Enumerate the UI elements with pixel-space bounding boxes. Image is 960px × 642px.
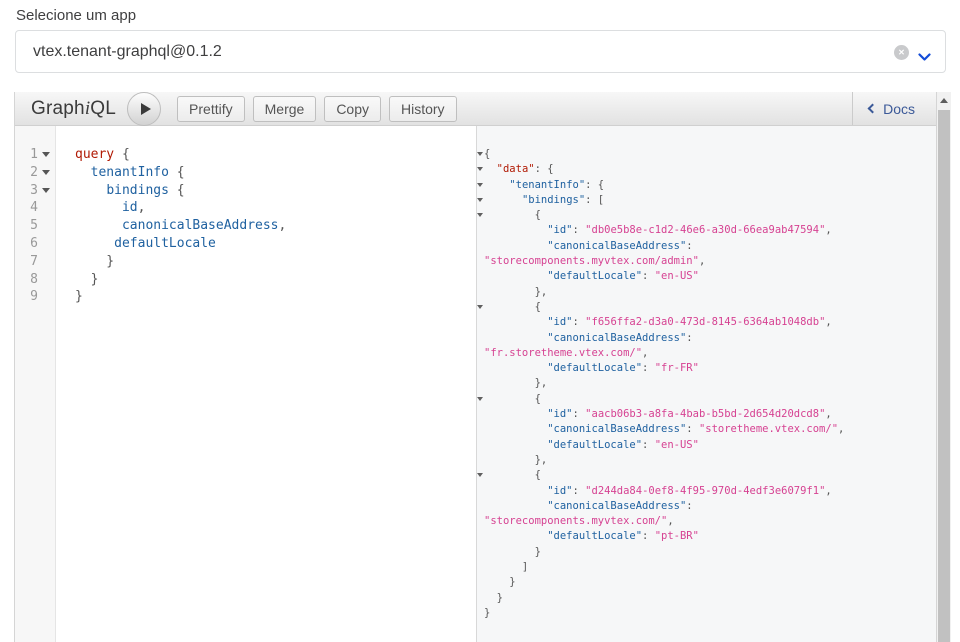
- fold-arrow-icon[interactable]: [477, 305, 483, 309]
- line-number: 6: [15, 235, 38, 253]
- gutter-row: 7: [15, 253, 55, 271]
- result-line: "defaultLocale": "pt-BR": [484, 529, 930, 544]
- result-line: },: [484, 453, 930, 468]
- prettify-button[interactable]: Prettify: [177, 96, 245, 122]
- result-line: "canonicalBaseAddress": "storetheme.vtex…: [484, 422, 930, 437]
- result-line: "canonicalBaseAddress":: [484, 239, 930, 254]
- merge-button[interactable]: Merge: [253, 96, 317, 122]
- line-number: 4: [15, 199, 38, 217]
- app-select[interactable]: vtex.tenant-graphql@0.1.2: [15, 30, 946, 73]
- result-line: }: [484, 606, 930, 621]
- app-page: Selecione um app vtex.tenant-graphql@0.1…: [0, 0, 960, 642]
- code-line: tenantInfo {: [75, 164, 476, 182]
- result-line: "tenantInfo": {: [484, 178, 930, 193]
- result-line: {: [484, 208, 930, 223]
- gutter-row: 3: [15, 182, 55, 200]
- graphiql-logo: GraphiQL: [31, 98, 116, 120]
- result-line: "defaultLocale": "fr-FR": [484, 361, 930, 376]
- gutter-row: 4: [15, 199, 55, 217]
- copy-button[interactable]: Copy: [324, 96, 381, 122]
- editor-gutter: 123456789: [15, 126, 56, 642]
- gutter-row: 6: [15, 235, 55, 253]
- history-button[interactable]: History: [389, 96, 457, 122]
- gutter-row: 9: [15, 288, 55, 306]
- result-line: },: [484, 285, 930, 300]
- code-line: canonicalBaseAddress,: [75, 217, 476, 235]
- graphiql-toolbar: GraphiQL Prettify Merge Copy History Docs: [15, 92, 936, 126]
- scroll-up-icon[interactable]: [940, 98, 948, 103]
- fold-arrow-icon[interactable]: [477, 183, 483, 187]
- scrollbar-thumb[interactable]: [938, 110, 950, 642]
- code-line: query {: [75, 146, 476, 164]
- app-select-value: vtex.tenant-graphql@0.1.2: [33, 31, 222, 72]
- fold-arrow-icon[interactable]: [42, 170, 50, 175]
- line-number: 7: [15, 253, 38, 271]
- result-line: "storecomponents.myvtex.com/admin",: [484, 254, 930, 269]
- result-viewer: { "data": { "tenantInfo": { "bindings": …: [477, 126, 936, 642]
- query-editor[interactable]: 123456789 query { tenantInfo { bindings …: [15, 126, 477, 642]
- result-line: "id": "f656ffa2-d3a0-473d-8145-6364ab104…: [484, 315, 930, 330]
- gutter-row: 2: [15, 164, 55, 182]
- editor-split: 123456789 query { tenantInfo { bindings …: [15, 126, 936, 642]
- result-line: },: [484, 376, 930, 391]
- result-line: {: [484, 300, 930, 315]
- fold-arrow-icon[interactable]: [477, 473, 483, 477]
- result-line: "bindings": [: [484, 193, 930, 208]
- code-line: defaultLocale: [75, 235, 476, 253]
- vertical-scrollbar[interactable]: [937, 92, 951, 642]
- result-line: }: [484, 545, 930, 560]
- result-line: {: [484, 147, 930, 162]
- result-line: }: [484, 575, 930, 590]
- code-line: }: [75, 288, 476, 306]
- code-line: }: [75, 253, 476, 271]
- graphiql-panel: GraphiQL Prettify Merge Copy History Docs 1…: [14, 92, 937, 642]
- result-line: "fr.storetheme.vtex.com/",: [484, 346, 930, 361]
- clear-icon[interactable]: [894, 45, 909, 60]
- logo-text-end: QL: [90, 98, 116, 119]
- gutter-row: 1: [15, 146, 55, 164]
- toolbar-buttons: Prettify Merge Copy History: [177, 96, 457, 122]
- result-line: "canonicalBaseAddress":: [484, 499, 930, 514]
- line-number: 3: [15, 182, 38, 200]
- docs-button[interactable]: Docs: [852, 92, 936, 125]
- code-line: id,: [75, 199, 476, 217]
- fold-arrow-icon[interactable]: [477, 198, 483, 202]
- result-line: "id": "d244da84-0ef8-4f95-970d-4edf3e607…: [484, 484, 930, 499]
- code-line: bindings {: [75, 182, 476, 200]
- code-line: }: [75, 271, 476, 289]
- result-line: "defaultLocale": "en-US": [484, 269, 930, 284]
- result-line: "storecomponents.myvtex.com/",: [484, 514, 930, 529]
- line-number: 2: [15, 164, 38, 182]
- result-line: }: [484, 591, 930, 606]
- gutter-row: 8: [15, 271, 55, 289]
- logo-text: Graph: [31, 98, 85, 119]
- result-line: "id": "aacb06b3-a8fa-4bab-b5bd-2d654d20d…: [484, 407, 930, 422]
- app-selector-label: Selecione um app: [16, 7, 136, 24]
- docs-button-label: Docs: [883, 101, 915, 117]
- fold-arrow-icon[interactable]: [477, 397, 483, 401]
- fold-arrow-icon[interactable]: [477, 152, 483, 156]
- gutter-row: 5: [15, 217, 55, 235]
- fold-arrow-icon[interactable]: [477, 213, 483, 217]
- result-line: {: [484, 468, 930, 483]
- fold-arrow-icon[interactable]: [42, 188, 50, 193]
- result-line: "defaultLocale": "en-US": [484, 438, 930, 453]
- result-line: "data": {: [484, 162, 930, 177]
- execute-button[interactable]: [127, 92, 161, 126]
- chevron-down-icon[interactable]: [918, 49, 931, 58]
- fold-arrow-icon[interactable]: [42, 152, 50, 157]
- result-line: {: [484, 392, 930, 407]
- fold-arrow-icon[interactable]: [477, 167, 483, 171]
- play-icon: [141, 103, 151, 115]
- result-line: ]: [484, 560, 930, 575]
- line-number: 1: [15, 146, 38, 164]
- chevron-left-icon: [868, 104, 878, 114]
- line-number: 5: [15, 217, 38, 235]
- line-number: 8: [15, 271, 38, 289]
- line-number: 9: [15, 288, 38, 306]
- query-code[interactable]: query { tenantInfo { bindings { id, cano…: [61, 126, 476, 642]
- result-line: "id": "db0e5b8e-c1d2-46e6-a30d-66ea9ab47…: [484, 223, 930, 238]
- result-line: "canonicalBaseAddress":: [484, 331, 930, 346]
